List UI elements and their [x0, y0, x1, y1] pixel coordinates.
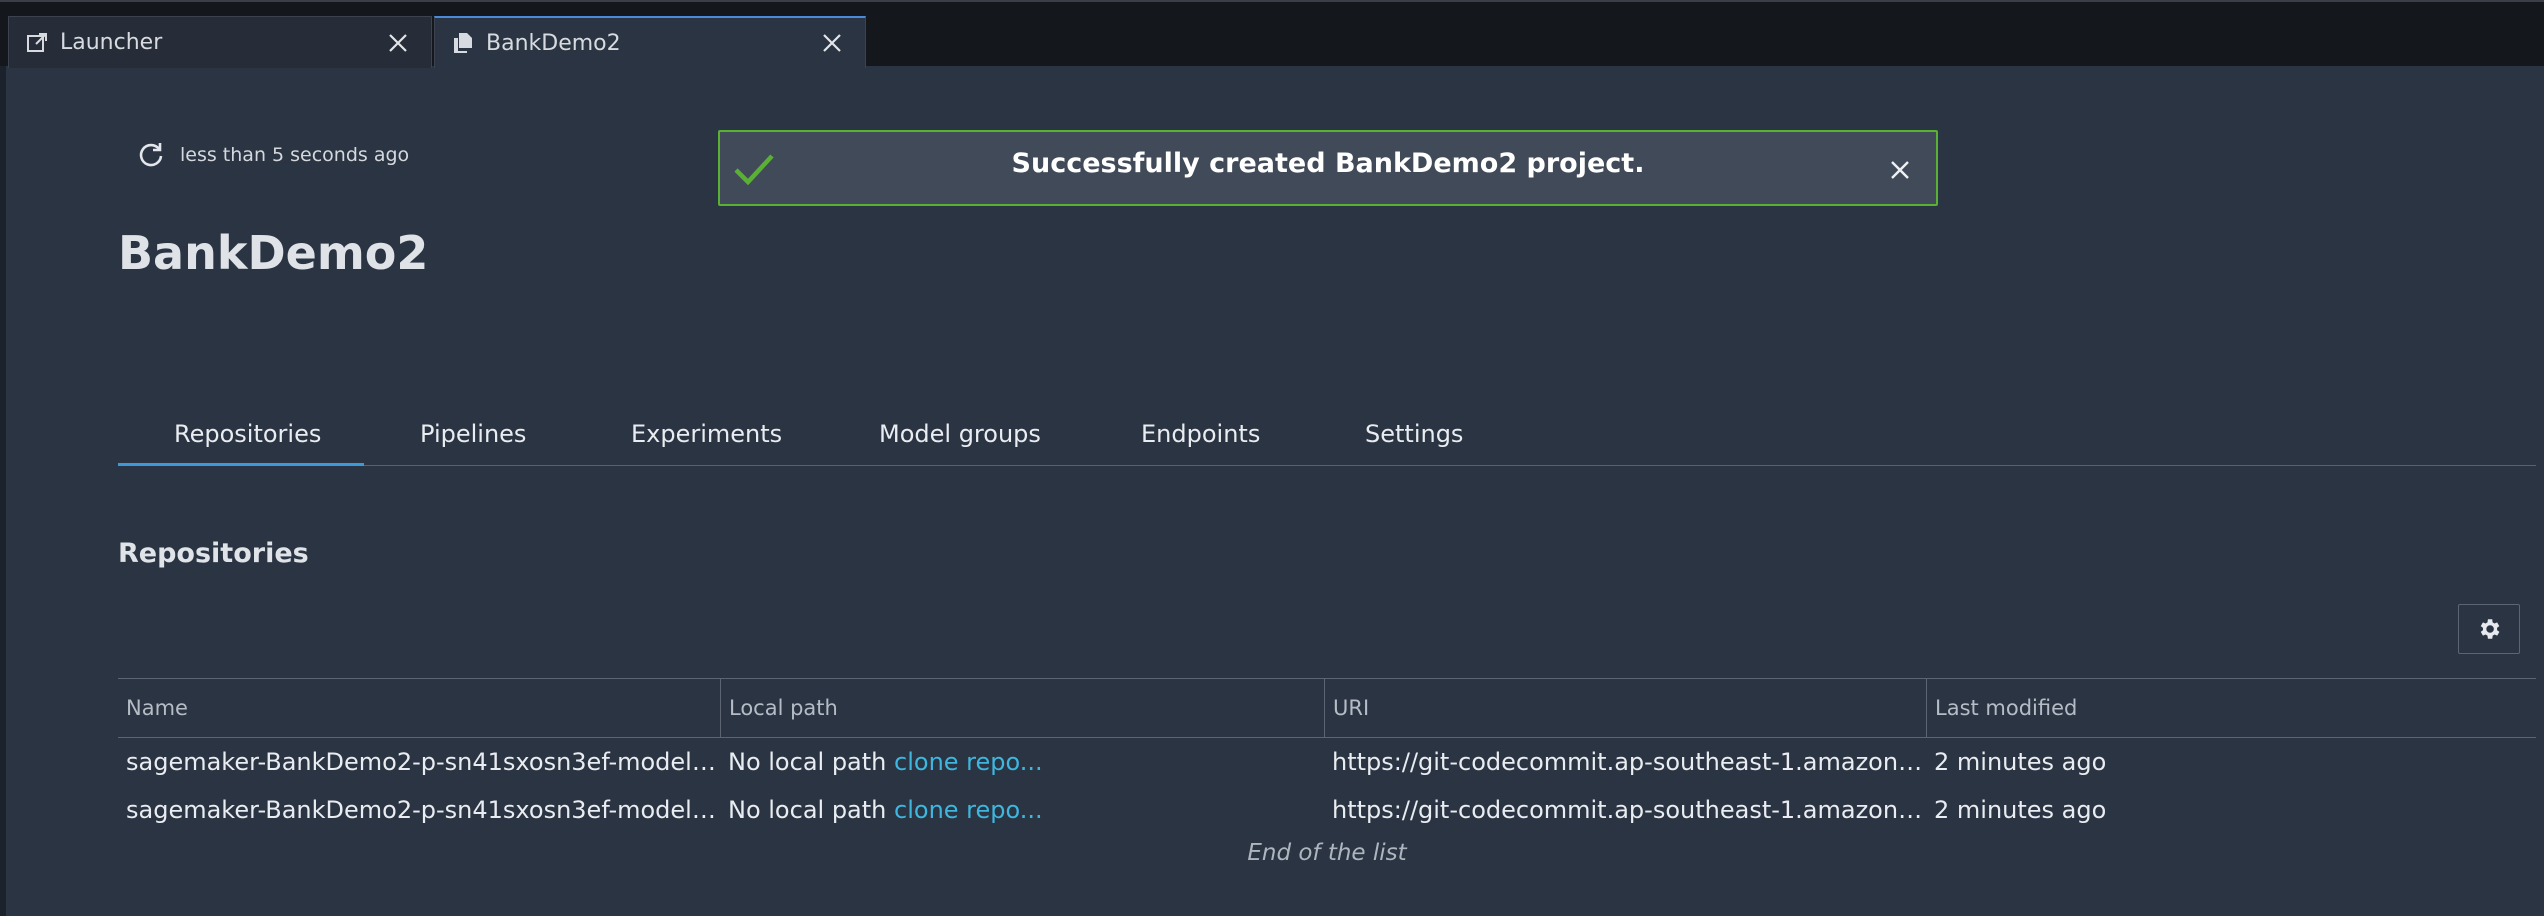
- close-icon[interactable]: [817, 28, 847, 58]
- left-edge: [0, 66, 6, 916]
- column-header-local-path[interactable]: Local path: [720, 679, 1324, 737]
- table-settings-button[interactable]: [2458, 604, 2520, 654]
- page-title: BankDemo2: [118, 226, 429, 280]
- gear-icon: [2480, 619, 2500, 639]
- tab-launcher-label: Launcher: [60, 30, 163, 55]
- close-icon[interactable]: [1884, 154, 1916, 186]
- local-path-text: No local path: [728, 796, 887, 824]
- end-of-list: End of the list: [1247, 840, 1407, 866]
- last-modified: 2 minutes ago: [1934, 748, 2107, 776]
- tab-launcher[interactable]: Launcher: [8, 16, 432, 68]
- column-header-name[interactable]: Name: [118, 679, 720, 737]
- repo-name[interactable]: sagemaker-BankDemo2-p-sn41sxosn3ef-model…: [118, 738, 718, 786]
- local-path-cell: No local path clone repo...: [720, 738, 1322, 786]
- table-row[interactable]: sagemaker-BankDemo2-p-sn41sxosn3ef-model…: [118, 738, 2536, 786]
- external-link-icon: [27, 32, 47, 52]
- refresh-text: less than 5 seconds ago: [180, 144, 410, 166]
- project-tabs: Repositories Pipelines Experiments Model…: [118, 420, 2536, 466]
- column-header-uri[interactable]: URI: [1324, 679, 1926, 737]
- refresh-icon[interactable]: [136, 140, 166, 170]
- local-path-text: No local path: [728, 748, 887, 776]
- tab-bar: Launcher BankDemo2: [0, 0, 2544, 68]
- tab-pipelines[interactable]: Pipelines: [420, 420, 526, 466]
- success-flashbar: Successfully created BankDemo2 project.: [718, 130, 1938, 206]
- repo-uri: https://git-codecommit.ap-southeast-1.am…: [1332, 748, 1924, 776]
- last-modified: 2 minutes ago: [1934, 796, 2107, 824]
- local-path-cell: No local path clone repo...: [720, 786, 1322, 834]
- documents-icon: [454, 33, 472, 53]
- tab-experiments[interactable]: Experiments: [631, 420, 782, 466]
- repo-name[interactable]: sagemaker-BankDemo2-p-sn41sxosn3ef-model…: [118, 786, 718, 834]
- close-icon[interactable]: [383, 28, 413, 58]
- flash-message: Successfully created BankDemo2 project.: [1011, 148, 1645, 179]
- tab-model-groups[interactable]: Model groups: [879, 420, 1041, 466]
- column-header-last-modified[interactable]: Last modified: [1926, 679, 2536, 737]
- tab-bankdemo2-label: BankDemo2: [486, 30, 621, 56]
- table-row[interactable]: sagemaker-BankDemo2-p-sn41sxosn3ef-model…: [118, 786, 2536, 834]
- tab-endpoints[interactable]: Endpoints: [1141, 420, 1260, 466]
- section-title: Repositories: [118, 538, 309, 569]
- table-header: Name Local path URI Last modified: [118, 678, 2536, 738]
- clone-repo-link[interactable]: clone repo...: [894, 748, 1043, 776]
- repositories-table: Name Local path URI Last modified sagema…: [118, 678, 2536, 866]
- tab-settings[interactable]: Settings: [1365, 420, 1463, 466]
- tab-repositories[interactable]: Repositories: [118, 420, 364, 466]
- refresh-status: less than 5 seconds ago: [136, 140, 409, 170]
- tab-bankdemo2[interactable]: BankDemo2: [434, 16, 866, 68]
- repo-uri: https://git-codecommit.ap-southeast-1.am…: [1332, 796, 1924, 824]
- clone-repo-link[interactable]: clone repo...: [894, 796, 1043, 824]
